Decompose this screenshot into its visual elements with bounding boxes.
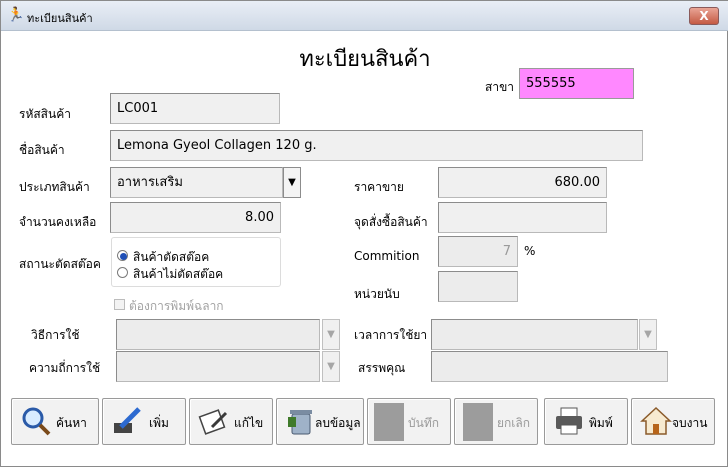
- magnifier-icon: [22, 407, 51, 436]
- usage-method-dropdown-button[interactable]: ▼: [322, 319, 340, 350]
- add-button[interactable]: เพิ่ม: [102, 398, 186, 445]
- stock-cut-radio[interactable]: [117, 250, 128, 261]
- cancel-icon: [463, 403, 493, 441]
- usage-time-label: เวลาการใช้ยา: [354, 328, 428, 342]
- delete-button[interactable]: ลบข้อมูล: [276, 398, 364, 445]
- trash-can-icon: [288, 410, 312, 435]
- search-button-label: ค้นหา: [56, 416, 87, 430]
- window-title: ทะเบียนสินค้า: [27, 12, 93, 25]
- category-dropdown-button[interactable]: ▼: [283, 167, 301, 198]
- delete-button-label: ลบข้อมูล: [315, 416, 361, 430]
- stock-not-cut-option-label: สินค้าไม่ตัดสต๊อค: [133, 267, 224, 281]
- unit-label: หน่วยนับ: [354, 287, 400, 301]
- save-button-label: บันทึก: [408, 416, 439, 430]
- print-label-text: ต้องการพิมพ์ฉลาก: [129, 299, 224, 313]
- name-label: ชื่อสินค้า: [19, 143, 65, 157]
- edit-sheet-icon: [198, 409, 228, 435]
- commission-unit: %: [524, 244, 536, 258]
- printer-icon: [556, 407, 582, 435]
- reorder-field[interactable]: [438, 202, 607, 233]
- save-icon: [374, 403, 404, 441]
- branch-label: สาขา: [485, 80, 515, 94]
- usage-time-dropdown-button[interactable]: ▼: [639, 319, 657, 350]
- app-window: 🏃 ทะเบียนสินค้า X ทะเบียนสินค้า สาขา 555…: [0, 0, 728, 467]
- stock-status-label: สถานะตัดสต๊อค: [19, 257, 101, 271]
- search-button[interactable]: ค้นหา: [11, 398, 99, 445]
- price-field[interactable]: 680.00: [438, 167, 607, 198]
- cancel-button[interactable]: ยกเลิก: [454, 398, 538, 445]
- branch-field[interactable]: 555555: [519, 68, 634, 99]
- close-button[interactable]: X: [689, 7, 719, 25]
- commission-field[interactable]: 7: [438, 236, 518, 267]
- stock-field[interactable]: 8.00: [110, 202, 281, 233]
- name-field[interactable]: Lemona Gyeol Collagen 120 g.: [110, 130, 643, 161]
- exit-button[interactable]: จบงาน: [631, 398, 715, 445]
- price-label: ราคาขาย: [354, 180, 404, 194]
- print-button[interactable]: พิมพ์: [544, 398, 628, 445]
- usage-method-label: วิธีการใช้: [31, 328, 80, 342]
- properties-label: สรรพคุณ: [358, 361, 406, 375]
- save-button[interactable]: บันทึก: [367, 398, 451, 445]
- code-field[interactable]: LC001: [110, 93, 280, 124]
- stock-status-group: สินค้าตัดสต๊อค สินค้าไม่ตัดสต๊อค: [111, 237, 281, 287]
- print-label-checkbox[interactable]: [114, 299, 125, 310]
- category-select[interactable]: อาหารเสริม: [110, 167, 283, 198]
- runner-icon: 🏃: [7, 7, 25, 23]
- properties-field[interactable]: [431, 351, 668, 382]
- commission-label: Commition: [354, 249, 420, 263]
- reorder-label: จุดสั่งซื้อสินค้า: [354, 215, 428, 229]
- usage-time-select[interactable]: [431, 319, 638, 350]
- frequency-select[interactable]: [116, 351, 320, 382]
- pen-book-icon: [114, 407, 141, 433]
- frequency-label: ความถี่การใช้: [29, 361, 101, 375]
- cancel-button-label: ยกเลิก: [497, 416, 531, 430]
- title-bar: 🏃 ทะเบียนสินค้า X: [1, 1, 728, 31]
- usage-method-select[interactable]: [116, 319, 320, 350]
- unit-field[interactable]: [438, 271, 518, 302]
- frequency-dropdown-button[interactable]: ▼: [322, 351, 340, 382]
- home-icon: [640, 406, 672, 435]
- exit-button-label: จบงาน: [672, 416, 708, 430]
- category-label: ประเภทสินค้า: [19, 180, 90, 194]
- edit-button[interactable]: แก้ไข: [189, 398, 273, 445]
- add-button-label: เพิ่ม: [149, 416, 169, 430]
- code-label: รหัสสินค้า: [19, 107, 71, 121]
- stock-not-cut-radio[interactable]: [117, 267, 128, 278]
- stock-label: จำนวนคงเหลือ: [19, 215, 97, 229]
- edit-button-label: แก้ไข: [234, 416, 264, 430]
- print-button-label: พิมพ์: [589, 416, 613, 430]
